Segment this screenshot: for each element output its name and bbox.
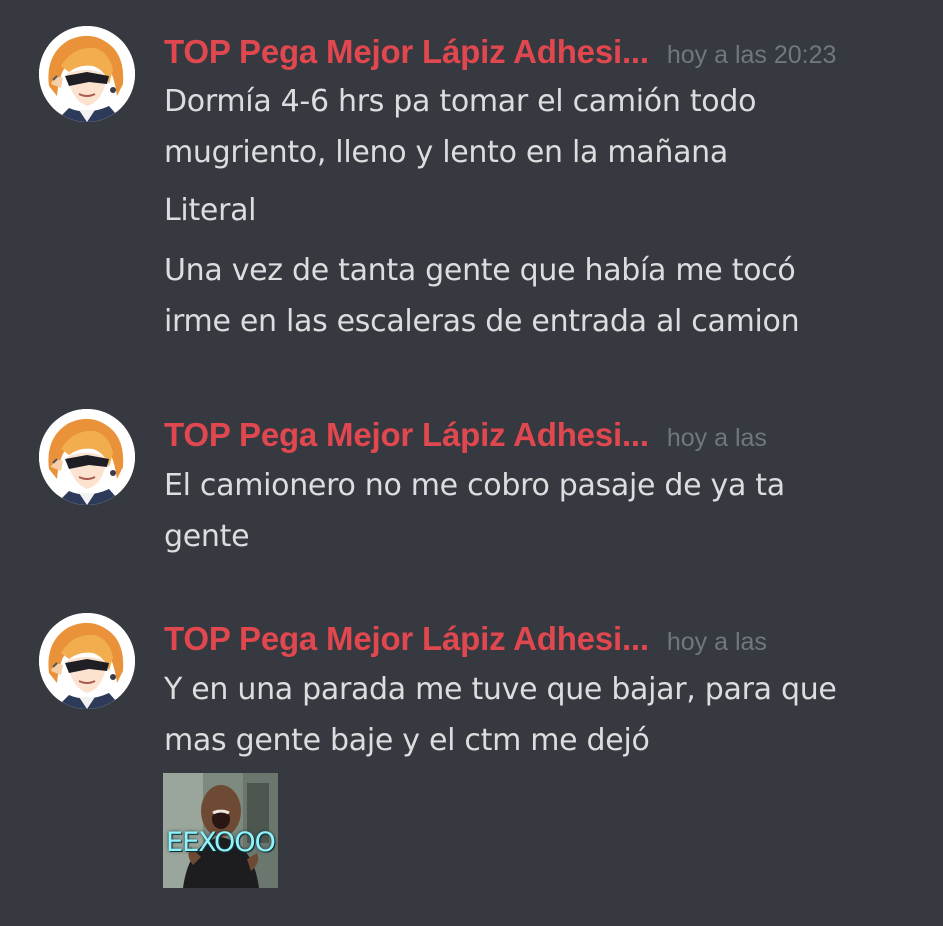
message-text: Y en una parada me tuve que bajar, para …	[164, 672, 837, 707]
username[interactable]: TOP Pega Mejor Lápiz Adhesi...	[164, 33, 649, 70]
message-header: TOP Pega Mejor Lápiz Adhesi... hoy a las	[164, 620, 767, 658]
gif-attachment[interactable]: EEXOOO	[163, 773, 278, 888]
message-text: Dormía 4-6 hrs pa tomar el camión todo	[164, 84, 757, 119]
message-text: Una vez de tanta gente que había me tocó	[164, 253, 796, 288]
gif-caption: EEXOOO	[166, 827, 276, 858]
timestamp: hoy a las	[666, 424, 767, 452]
user-avatar[interactable]	[39, 26, 135, 122]
message-text: mugriento, lleno y lento en la mañana	[164, 135, 728, 170]
message-header: TOP Pega Mejor Lápiz Adhesi... hoy a las	[164, 416, 767, 454]
username[interactable]: TOP Pega Mejor Lápiz Adhesi...	[164, 416, 649, 453]
user-avatar[interactable]	[39, 409, 135, 505]
message-header: TOP Pega Mejor Lápiz Adhesi... hoy a las …	[164, 33, 836, 71]
message-text: Literal	[164, 193, 257, 228]
anime-avatar-sunglasses-icon	[39, 26, 135, 122]
message-text: El camionero no me cobro pasaje de ya ta	[164, 468, 785, 503]
username[interactable]: TOP Pega Mejor Lápiz Adhesi...	[164, 620, 649, 657]
message-text: mas gente baje y el ctm me dejó	[164, 723, 650, 758]
anime-avatar-sunglasses-icon	[39, 613, 135, 709]
anime-avatar-sunglasses-icon	[39, 409, 135, 505]
user-avatar[interactable]	[39, 613, 135, 709]
message-text: irme en las escaleras de entrada al cami…	[164, 304, 800, 339]
timestamp: hoy a las 20:23	[666, 41, 837, 69]
message-text: gente	[164, 519, 250, 554]
timestamp: hoy a las	[666, 628, 767, 656]
